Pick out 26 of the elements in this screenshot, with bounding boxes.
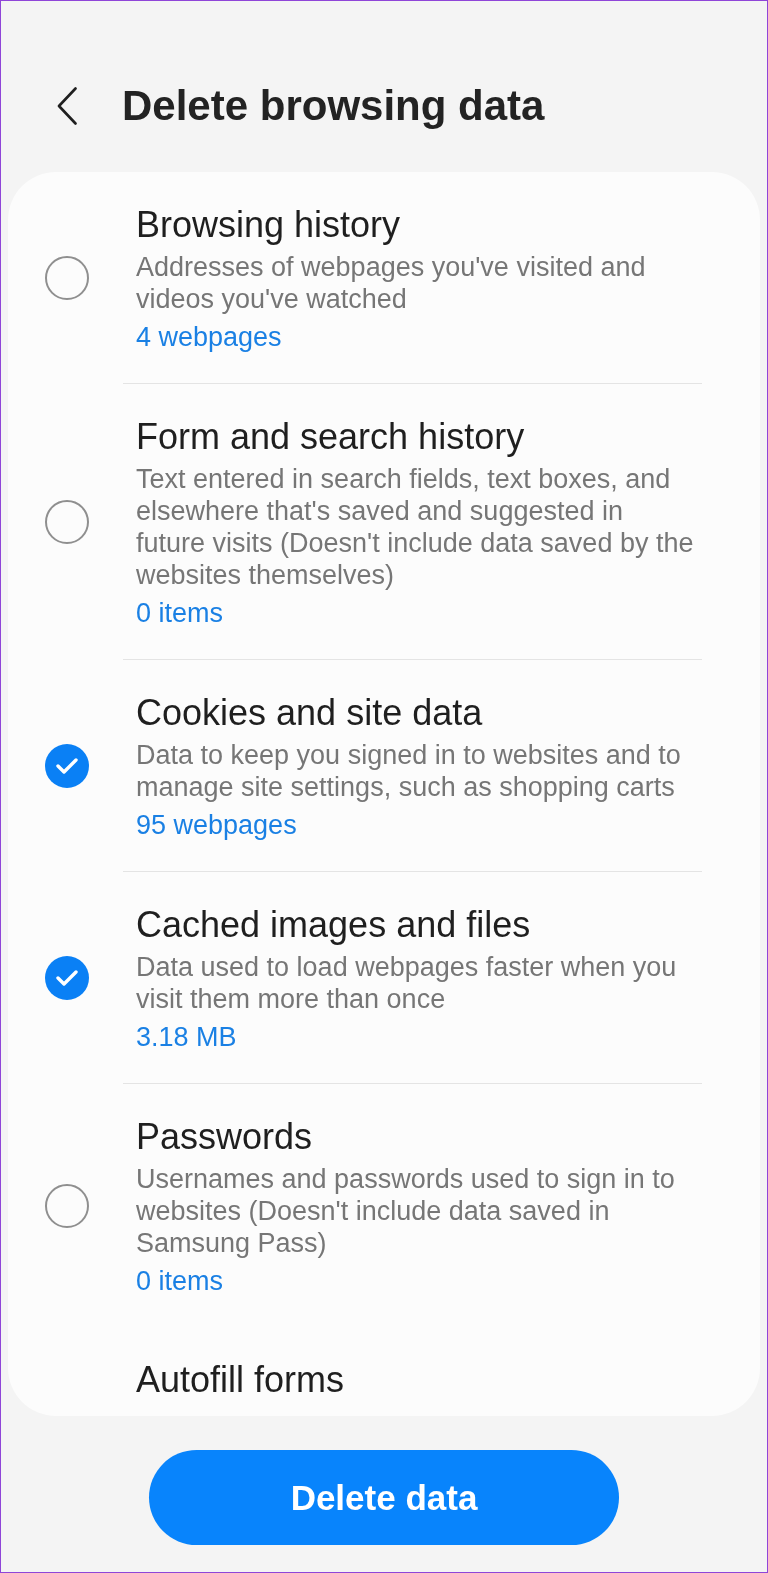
- item-title: Cached images and files: [136, 903, 532, 947]
- back-icon: [57, 87, 77, 125]
- checkbox[interactable]: [45, 956, 89, 1000]
- item-count: 0 items: [136, 1265, 225, 1297]
- item-count: 0 items: [136, 597, 225, 629]
- checkbox[interactable]: [45, 744, 89, 788]
- item-description: Data used to load webpages faster when you visit them more than once: [136, 951, 678, 1015]
- item-title: Cookies and site data: [136, 691, 484, 735]
- item-title: Autofill forms: [136, 1358, 346, 1402]
- item-description: Usernames and passwords used to sign in to websites (Doesn't include data saved in Samsung Pass): [136, 1163, 676, 1259]
- check-icon: [56, 758, 78, 774]
- item-title: Form and search history: [136, 415, 526, 459]
- delete-data-button[interactable]: Delete data: [149, 1450, 619, 1545]
- item-count: 3.18 MB: [136, 1021, 238, 1053]
- item-description: Addresses of webpages you've visited and videos you've watched: [136, 251, 647, 315]
- item-title: Passwords: [136, 1115, 314, 1159]
- checkbox[interactable]: [45, 1184, 89, 1228]
- page-title: Delete browsing data: [122, 82, 545, 130]
- item-count: 4 webpages: [136, 321, 283, 353]
- checkbox[interactable]: [45, 500, 89, 544]
- check-icon: [56, 970, 78, 986]
- item-description: Text entered in search fields, text boxes, and elsewhere that's saved and suggested in future visits (Doesn't include data saved by the websites themselves): [136, 463, 695, 591]
- checkbox[interactable]: [45, 256, 89, 300]
- item-count: 95 webpages: [136, 809, 298, 841]
- item-description: Data to keep you signed in to websites and to manage site settings, such as shopping carts: [136, 739, 682, 803]
- item-title: Browsing history: [136, 203, 402, 247]
